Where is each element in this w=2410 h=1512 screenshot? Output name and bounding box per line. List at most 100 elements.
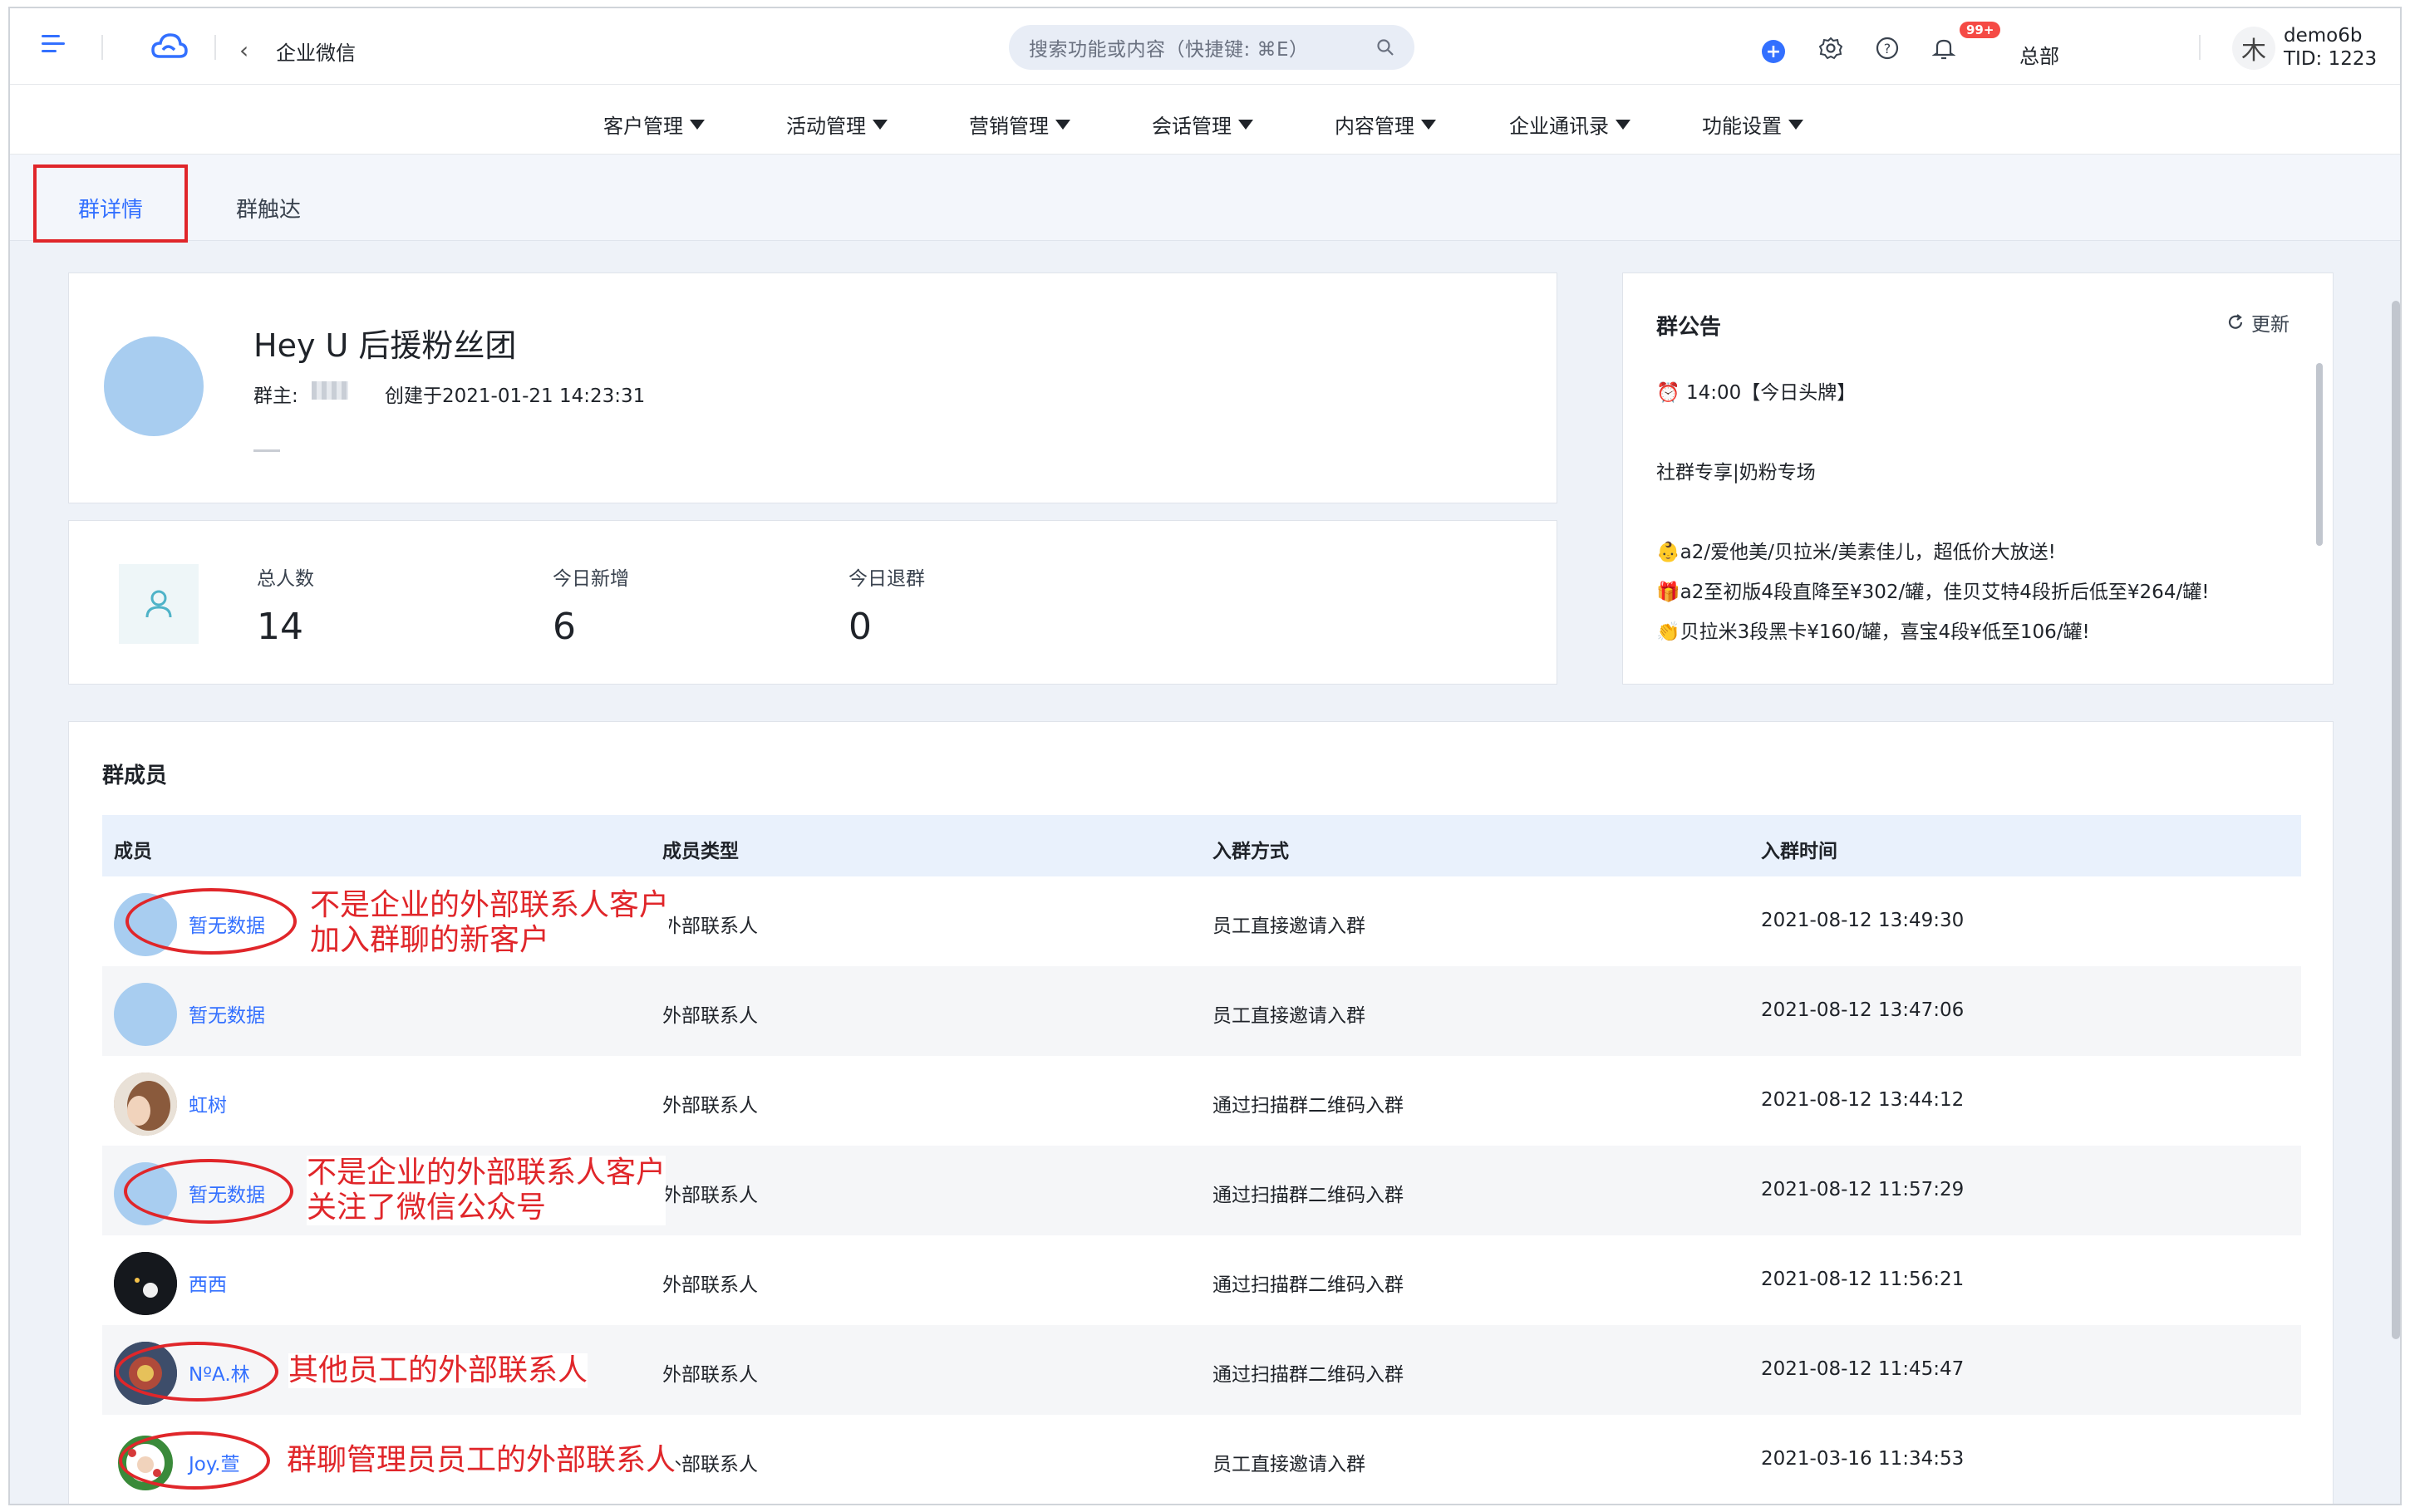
menu-icon[interactable]	[42, 35, 65, 55]
annotation-line: 加入群聊的新客户	[310, 923, 550, 957]
member-type: 外部联系人	[662, 1005, 758, 1027]
join-time: 2021-08-12 11:45:47	[1761, 1358, 1965, 1380]
nav-activity-management[interactable]: 活动管理	[786, 110, 888, 139]
caret-down-icon	[1788, 119, 1803, 130]
add-icon[interactable]: +	[1762, 40, 1785, 63]
notice-line: 🎁a2至初版4段直降至¥302/罐，佳贝艾特4段折后低至¥264/罐!	[1656, 582, 2210, 603]
annotation-label: 不是企业的外部联系人客户 加入群聊的新客户	[310, 888, 670, 958]
group-avatar	[104, 336, 204, 436]
table-row[interactable]: 虹树 外部联系人 通过扫描群二维码入群 2021-08-12 13:44:12	[102, 1056, 2301, 1146]
join-time: 2021-08-12 11:57:29	[1761, 1179, 1965, 1200]
join-method: 通过扫描群二维码入群	[1212, 1095, 1404, 1117]
group-info-card: Hey U 后援粉丝团 群主: 创建于2021-01-21 14:23:31	[68, 272, 1557, 503]
stat-total-members: 总人数 14	[257, 562, 314, 648]
stat-value: 6	[553, 606, 576, 648]
join-time: 2021-08-12 13:49:30	[1761, 910, 1965, 931]
cloud-logo-icon[interactable]	[151, 32, 188, 61]
caret-down-icon	[1421, 119, 1436, 130]
nav-session-management[interactable]: 会话管理	[1152, 110, 1253, 139]
member-name[interactable]: 西西	[189, 1269, 227, 1297]
annotation-oval	[124, 1159, 293, 1224]
notice-line: 社群专享|奶粉专场	[1656, 462, 1816, 484]
nav-contacts[interactable]: 企业通讯录	[1509, 110, 1630, 139]
member-avatar	[114, 1252, 177, 1315]
join-method: 通过扫描群二维码入群	[1212, 1185, 1404, 1206]
annotation-line: 不是企业的外部联系人客户	[307, 1156, 666, 1190]
nav-settings[interactable]: 功能设置	[1702, 110, 1803, 139]
page-scrollbar[interactable]	[2392, 301, 2400, 1339]
group-name: Hey U 后援粉丝团	[253, 327, 517, 364]
member-name[interactable]: 虹树	[189, 1089, 227, 1117]
col-member-type: 成员类型	[662, 841, 739, 862]
join-method: 通过扫描群二维码入群	[1212, 1274, 1404, 1296]
annotation-label: 其他员工的外部联系人	[288, 1353, 588, 1388]
divider	[214, 35, 216, 60]
tab-bar: 群详情 群触达	[10, 155, 2400, 243]
notice-title: 群公告	[1656, 315, 1722, 340]
nav-label: 客户管理	[603, 115, 683, 138]
notice-line: ⏰ 14:00【今日头牌】	[1656, 382, 1857, 404]
nav-content-management[interactable]: 内容管理	[1335, 110, 1436, 139]
join-method: 员工直接邀请入群	[1212, 1005, 1365, 1027]
stat-value: 0	[848, 606, 872, 648]
member-type: 外部联系人	[662, 1454, 758, 1475]
org-selector[interactable]: 总部	[2019, 40, 2059, 69]
member-name[interactable]: 暂无数据	[189, 999, 265, 1028]
join-method: 员工直接邀请入群	[1212, 916, 1365, 937]
refresh-icon	[2228, 314, 2243, 329]
back-chevron-icon[interactable]: ‹	[239, 37, 248, 64]
member-type: 外部联系人	[662, 1364, 758, 1386]
table-row[interactable]: 暂无数据 外部联系人 员工直接邀请入群 2021-08-12 13:47:06	[102, 966, 2301, 1056]
app-window: ‹ 企业微信 搜索功能或内容（快捷键: ⌘E） + ? 99+ 总部 木 dem…	[8, 7, 2402, 1505]
caret-down-icon	[1055, 119, 1070, 130]
nav-label: 营销管理	[969, 115, 1049, 138]
search-input[interactable]: 搜索功能或内容（快捷键: ⌘E）	[1009, 25, 1414, 70]
member-avatar	[114, 983, 177, 1046]
stat-label: 今日新增	[553, 568, 629, 590]
col-join-method: 入群方式	[1212, 841, 1289, 862]
divider	[2199, 35, 2201, 60]
join-method: 通过扫描群二维码入群	[1212, 1364, 1404, 1386]
group-stats-card: 总人数 14 今日新增 6 今日退群 0	[68, 520, 1557, 685]
notice-line: 👶a2/爱他美/贝拉米/美素佳儿，超低价大放送!	[1656, 542, 2056, 563]
annotation-oval	[116, 1342, 278, 1402]
member-type: 外部联系人	[662, 916, 758, 937]
group-members-card: 群成员 成员 成员类型 入群方式 入群时间 暂无数据 外部联系人 员工直接邀请入…	[68, 721, 2334, 1504]
nav-label: 功能设置	[1702, 115, 1782, 138]
notification-bell-icon[interactable]	[1931, 36, 1956, 61]
nav-marketing-management[interactable]: 营销管理	[969, 110, 1070, 139]
help-question-icon[interactable]: ?	[1875, 36, 1900, 61]
join-time: 2021-03-16 11:34:53	[1761, 1448, 1965, 1470]
member-type: 外部联系人	[662, 1095, 758, 1117]
stat-left-today: 今日退群 0	[848, 562, 925, 648]
top-bar: ‹ 企业微信 搜索功能或内容（快捷键: ⌘E） + ? 99+ 总部 木 dem…	[10, 8, 2400, 85]
join-time: 2021-08-12 13:44:12	[1761, 1089, 1965, 1111]
members-table-header: 成员 成员类型 入群方式 入群时间	[102, 815, 2301, 876]
annotation-label: 群聊管理员员工的外部联系人	[287, 1443, 676, 1478]
svg-text:?: ?	[1884, 41, 1891, 56]
owner-name-masked	[312, 381, 348, 400]
tab-group-reach[interactable]: 群触达	[236, 193, 301, 223]
caret-down-icon	[1616, 119, 1630, 130]
caret-down-icon	[1238, 119, 1253, 130]
main-content: 群详情 群触达 Hey U 后援粉丝团 群主: 创建于2021-01-21 14…	[10, 155, 2400, 1504]
member-avatar	[114, 1073, 177, 1136]
group-notice-card: 群公告 更新 ⏰ 14:00【今日头牌】 社群专享|奶粉专场 👶a2/爱他美/贝…	[1622, 272, 2334, 685]
annotation-line: 不是企业的外部联系人客户	[310, 888, 670, 922]
member-type: 外部联系人	[662, 1185, 758, 1206]
group-owner-label: 群主:	[253, 385, 298, 407]
tab-annotation-box	[33, 164, 188, 243]
settings-gear-icon[interactable]	[1818, 36, 1843, 61]
nav-label: 企业通讯录	[1509, 115, 1609, 138]
refresh-button[interactable]: 更新	[2226, 308, 2290, 336]
caret-down-icon	[873, 119, 888, 130]
annotation-label: 不是企业的外部联系人客户 关注了微信公众号	[307, 1156, 666, 1225]
notice-scrollbar[interactable]	[2316, 363, 2323, 546]
nav-customer-management[interactable]: 客户管理	[603, 110, 705, 139]
join-method: 员工直接邀请入群	[1212, 1454, 1365, 1475]
annotation-oval	[119, 1431, 270, 1490]
group-created-time: 创建于2021-01-21 14:23:31	[385, 385, 646, 407]
annotation-line: 关注了微信公众号	[307, 1190, 547, 1225]
user-avatar[interactable]: 木	[2232, 27, 2275, 70]
table-row[interactable]: 西西 外部联系人 通过扫描群二维码入群 2021-08-12 11:56:21	[102, 1235, 2301, 1325]
